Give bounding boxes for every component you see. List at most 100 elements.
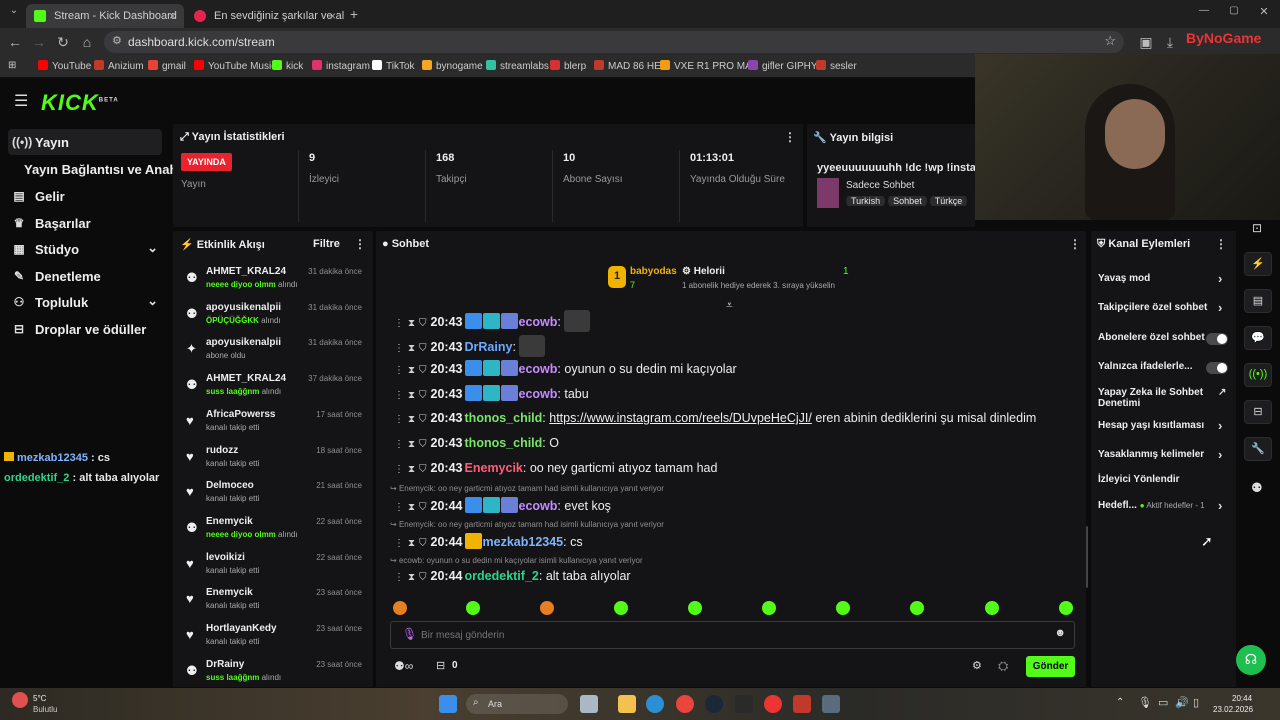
- pin-icon[interactable]: ⋮: [394, 414, 404, 425]
- chat-username[interactable]: Enemycik: [465, 461, 523, 475]
- channel-action-item[interactable]: Yapay Zeka ile Sohbet Denetimi ↗: [1098, 387, 1226, 409]
- chat-username[interactable]: thonos_child: [465, 436, 543, 450]
- bookmark-youtube[interactable]: YouTube: [38, 60, 91, 72]
- bookmark-tiktok[interactable]: TikTok: [372, 60, 415, 72]
- windows-start-icon[interactable]: [439, 695, 457, 713]
- chat-username[interactable]: thonos_child: [465, 411, 543, 425]
- sidebar-item-denetleme[interactable]: ✎ Denetleme: [8, 263, 162, 289]
- activity-user[interactable]: apoyusikenalpii: [206, 302, 281, 313]
- tab-list-chevron-icon[interactable]: ⌄: [6, 5, 22, 16]
- chat-username[interactable]: ecowb: [519, 315, 558, 329]
- chat-scrollbar[interactable]: [1086, 526, 1088, 588]
- apps-grid-icon[interactable]: ⊞: [8, 60, 16, 71]
- activity-item[interactable]: ✦ apoyusikenalpii 31 dakika önce abone oldu: [182, 337, 368, 371]
- bookmark-blerp[interactable]: blerp: [550, 60, 586, 72]
- activity-user[interactable]: levoikizi: [206, 552, 245, 563]
- tab-music[interactable]: En sevdiğiniz şarkılar ve albüml ×: [186, 4, 344, 28]
- close-window-icon[interactable]: ✕: [1256, 5, 1272, 18]
- bookmark-youtube-music[interactable]: YouTube Music: [194, 60, 276, 72]
- activity-item[interactable]: ⚉ apoyusikenalpii 31 dakika önce ÖPÜÇÜĞĞKK …: [182, 302, 368, 336]
- chat-link[interactable]: https://www.instagram.com/reels/DUvpeHeC…: [549, 411, 812, 425]
- quick-action-wrench-icon[interactable]: 🔧: [1244, 437, 1272, 461]
- file-explorer-icon[interactable]: [618, 695, 636, 713]
- chat-more-icon[interactable]: ⋮: [1069, 237, 1081, 251]
- bookmark-streamlabs[interactable]: streamlabs: [486, 60, 549, 72]
- shield-icon[interactable]: ⛉: [419, 318, 427, 329]
- channel-points-icon[interactable]: ⚉∞: [394, 659, 413, 673]
- chat-settings-icon[interactable]: ⚙: [972, 659, 982, 672]
- activity-filter-button[interactable]: Filtre: [313, 238, 340, 250]
- close-tab-icon[interactable]: ×: [329, 9, 336, 23]
- bookmark-vxe[interactable]: VXE R1 PRO MAX: [660, 60, 758, 72]
- pin-icon[interactable]: ⋮: [394, 365, 404, 376]
- quick-emote[interactable]: [540, 601, 554, 615]
- top-gifter-name[interactable]: babyodas: [630, 266, 677, 277]
- activity-user[interactable]: HortlayanKedy: [206, 623, 277, 634]
- activity-item[interactable]: ♥ AfricaPowerss 17 saat önce kanalı takip e…: [182, 409, 368, 443]
- hamburger-menu-icon[interactable]: ☰: [14, 91, 28, 111]
- pin-icon[interactable]: ⋮: [394, 390, 404, 401]
- shield-icon[interactable]: ⛉: [419, 502, 427, 513]
- activity-user[interactable]: AHMET_KRAL24: [206, 373, 286, 384]
- download-icon[interactable]: ⤓: [1162, 34, 1178, 51]
- bookmark-sesler[interactable]: sesler: [816, 60, 857, 72]
- app-red-icon[interactable]: [764, 695, 782, 713]
- timeout-icon[interactable]: ⧗: [408, 464, 415, 475]
- chat-username[interactable]: DrRainy: [465, 340, 513, 354]
- activity-user[interactable]: apoyusikenalpii: [206, 337, 281, 348]
- channel-action-item[interactable]: Yasaklanmış kelimeler ›: [1098, 447, 1222, 462]
- mic-tray-icon[interactable]: 🎙: [1138, 696, 1152, 709]
- timeout-icon[interactable]: ⧗: [408, 318, 415, 329]
- bookmark-anizium[interactable]: Anizium: [94, 60, 144, 72]
- pin-icon[interactable]: ⋮: [394, 343, 404, 354]
- bookmark-bynogame[interactable]: bynogame: [422, 60, 483, 72]
- maximize-icon[interactable]: ▢: [1226, 5, 1242, 16]
- tab-kick-dashboard[interactable]: Stream - Kick Dashboard ×: [26, 4, 184, 28]
- sidebar-item-stream-key[interactable]: Yayın Bağlantısı ve Anahtarı: [8, 156, 198, 182]
- chat-input-box[interactable]: 🎙 ☻: [390, 621, 1075, 649]
- timeout-icon[interactable]: ⧗: [408, 365, 415, 376]
- activity-user[interactable]: Delmoceo: [206, 480, 254, 491]
- app-obs-icon[interactable]: [822, 695, 840, 713]
- sidebar-item-topluluk[interactable]: ⚇ Topluluk ⌄: [8, 289, 162, 315]
- close-tab-icon[interactable]: ×: [169, 9, 176, 23]
- profile-label[interactable]: ByNoGame: [1186, 30, 1261, 46]
- action-toggle[interactable]: [1206, 333, 1228, 345]
- chat-message[interactable]: ⋮ ⧗ ⛉ 20:43 ecowb:: [394, 310, 591, 332]
- url-field[interactable]: ⚙ dashboard.kick.com/stream ☆: [104, 31, 1124, 53]
- activity-item[interactable]: ⚉ AHMET_KRAL24 31 dakika önce neeee diyoo o…: [182, 266, 368, 300]
- chat-message[interactable]: ⋮ ⧗ ⛉ 20:44 ecowb: evet koş: [394, 497, 611, 517]
- activity-user[interactable]: rudozz: [206, 445, 238, 456]
- quick-action-lightning-icon[interactable]: ⚡: [1244, 252, 1272, 276]
- activity-item[interactable]: ♥ HortlayanKedy 23 saat önce kanalı takip e…: [182, 623, 368, 657]
- new-tab-icon[interactable]: +: [346, 6, 362, 22]
- tag-chip[interactable]: Türkçe: [929, 196, 968, 206]
- quick-emote[interactable]: [466, 601, 480, 615]
- reply-context[interactable]: ↪ Enemycik: oo ney garticmi atıyoz tamam…: [390, 520, 664, 529]
- kick-logo[interactable]: KICKBETA: [41, 90, 119, 116]
- send-button[interactable]: Gönder: [1026, 656, 1075, 677]
- tray-chevron-icon[interactable]: ⌃: [1116, 697, 1124, 708]
- pin-icon[interactable]: ⋮: [394, 318, 404, 329]
- screenshot-icon[interactable]: ⊡: [1252, 221, 1262, 235]
- chat-username[interactable]: ecowb: [519, 362, 558, 376]
- quick-emote[interactable]: [910, 601, 924, 615]
- activity-user[interactable]: AHMET_KRAL24: [206, 266, 286, 277]
- widgets-icon[interactable]: [580, 695, 598, 713]
- quick-emote[interactable]: [762, 601, 776, 615]
- chat-username[interactable]: ecowb: [519, 499, 558, 513]
- sub-gift-name[interactable]: ⚙ Helorii: [682, 266, 725, 277]
- bookmark-star-icon[interactable]: ☆: [1104, 33, 1116, 49]
- activity-user[interactable]: Enemycik: [206, 587, 253, 598]
- chat-message[interactable]: ⋮ ⧗ ⛉ 20:43 DrRainy:: [394, 335, 546, 357]
- chat-message-input[interactable]: [421, 625, 1041, 645]
- quick-emote[interactable]: [985, 601, 999, 615]
- chat-username[interactable]: mezkab12345: [483, 535, 564, 549]
- chat-message[interactable]: ⋮ ⧗ ⛉ 20:44 ordedektif_2: alt taba alıyolar: [394, 569, 631, 589]
- chrome-icon[interactable]: [676, 695, 694, 713]
- support-headset-icon[interactable]: ☊: [1236, 645, 1266, 675]
- activity-user[interactable]: DrRainy: [206, 659, 244, 670]
- sidebar-item-basarilar[interactable]: ♛ Başarılar: [8, 210, 162, 236]
- chat-message[interactable]: ⋮ ⧗ ⛉ 20:43 ecowb: tabu: [394, 385, 589, 405]
- activity-item[interactable]: ♥ rudozz 18 saat önce kanalı takip etti: [182, 445, 368, 479]
